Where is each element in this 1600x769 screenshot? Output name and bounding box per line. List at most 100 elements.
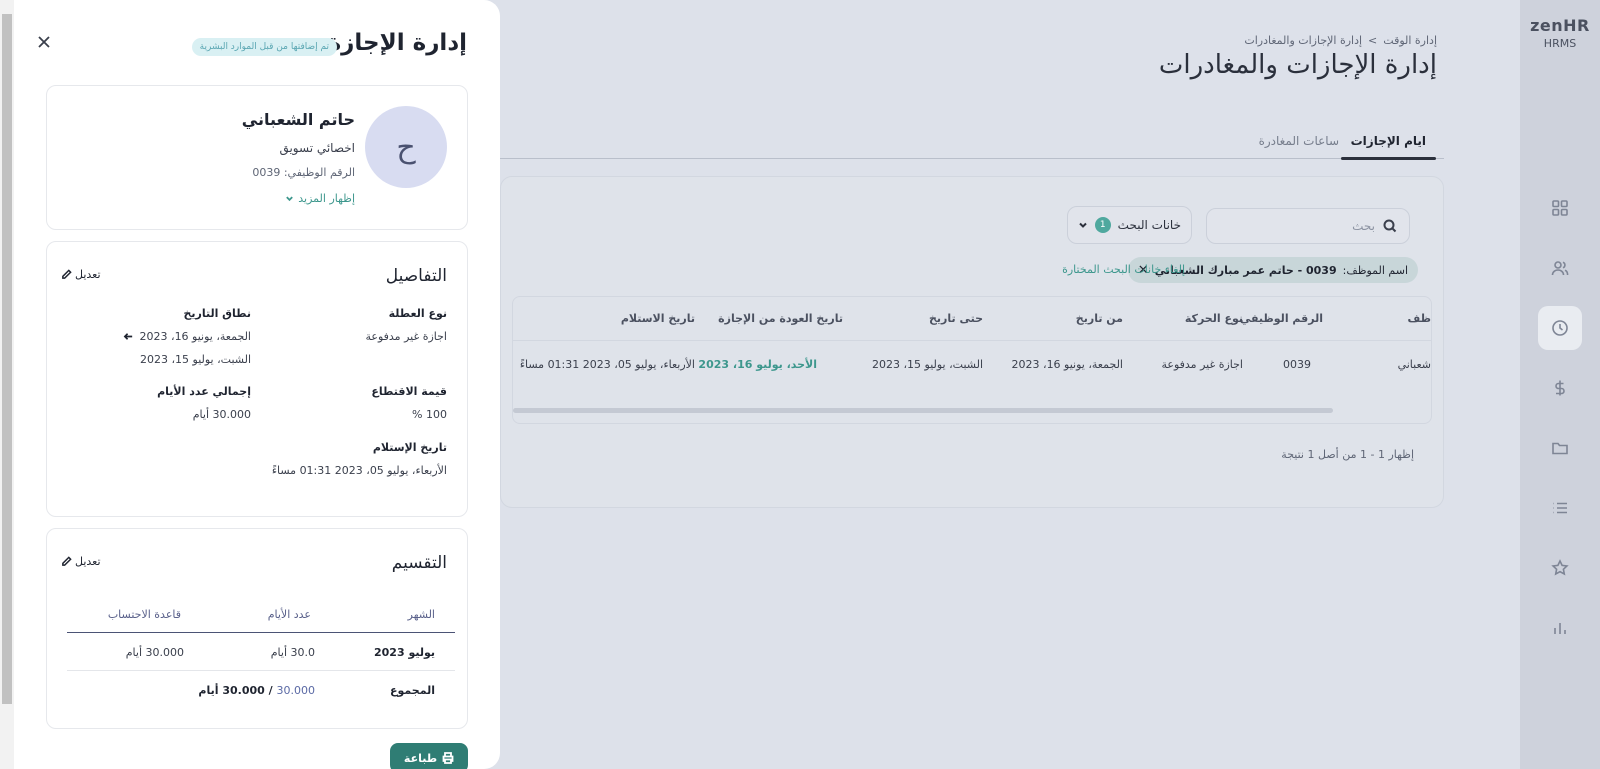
leave-panel: إدارة الإجازة تم إضافتها من قبل الموارد …: [0, 0, 500, 769]
edit-label: تعديل: [75, 268, 101, 281]
split-edit-button[interactable]: تعديل: [61, 555, 101, 568]
employee-role: اخصائي تسويق: [279, 141, 355, 155]
breadcrumb-separator: >: [1368, 34, 1378, 47]
search-box[interactable]: [1206, 208, 1410, 244]
chevron-down-icon: [1078, 222, 1087, 228]
date-range-from-text: الجمعة، يونيو 16، 2023: [139, 330, 251, 343]
cell-return-date[interactable]: الأحد، يوليو 16، 2023: [698, 358, 817, 371]
search-input[interactable]: [1225, 219, 1375, 233]
split-cell-days: 30.0 أيام: [270, 646, 315, 659]
close-icon: [38, 36, 50, 48]
col-from-date: من تاريخ: [1075, 312, 1123, 325]
cell-to-date: الشبت، يوليو 15، 2023: [871, 358, 983, 371]
brand-sub: HRMS: [1543, 37, 1577, 50]
table-row: يوليو 2023 30.0 أيام 30.000 أيام: [67, 633, 455, 671]
leaves-table: ظف الرقم الوظيفي نوع الحركة من تاريخ حتى…: [512, 296, 1432, 424]
tab-leave-hours[interactable]: ساعات المغادرة: [1259, 134, 1339, 148]
col-to-date: حتى تاريخ: [928, 312, 983, 325]
leave-type-label: نوع العطلة: [388, 307, 447, 320]
breadcrumb-item-time[interactable]: إدارة الوقت: [1383, 34, 1437, 47]
page-scrollbar[interactable]: [0, 0, 14, 769]
clear-filters-link[interactable]: إلغاء خانات البحث المختارة: [1062, 263, 1185, 276]
deduction-value: 100 %: [412, 408, 447, 421]
date-range-to: الشبت، يوليو 15، 2023: [139, 353, 251, 366]
chevron-down-icon: [286, 196, 294, 202]
cell-received-date: الأربعاء، يوليو 05، 2023 01:31 مساءً: [519, 358, 695, 371]
close-panel-button[interactable]: [36, 34, 52, 50]
breadcrumb-item-leaves: إدارة الإجازات والمغادرات: [1244, 34, 1363, 47]
col-type: نوع الحركة: [1184, 312, 1243, 325]
list-icon[interactable]: [1538, 486, 1582, 530]
split-total-accent: 30.000: [276, 684, 316, 697]
dashboard-icon[interactable]: [1538, 186, 1582, 230]
split-card: التقسيم تعديل الشهر عدد الأيام قاعدة الا…: [46, 528, 468, 729]
employee-card: ح حاتم الشعباني اخصائي تسويق الرقم الوظي…: [46, 85, 468, 230]
col-employee-id: الرقم الوظيفي: [1239, 312, 1323, 325]
dollar-icon[interactable]: [1538, 366, 1582, 410]
search-icon: [1383, 219, 1397, 233]
date-range-from: الجمعة، يونيو 16، 2023: [123, 330, 251, 343]
search-fields-label: خانات البحث: [1117, 218, 1181, 232]
split-title: التقسيم: [391, 553, 447, 573]
details-title: التفاصيل: [385, 266, 447, 286]
avatar: ح: [365, 106, 447, 188]
split-total-value: 30.000 / 30.000 أيام: [198, 684, 315, 697]
received-date-label: تاريخ الإستلام: [372, 441, 447, 454]
print-label: طباعة: [403, 751, 438, 765]
details-edit-button[interactable]: تعديل: [61, 268, 101, 281]
filter-count-badge: 1: [1094, 217, 1111, 233]
folder-icon[interactable]: [1538, 426, 1582, 470]
star-icon[interactable]: [1538, 546, 1582, 590]
bar-chart-icon[interactable]: [1538, 606, 1582, 650]
received-date-value: الأربعاء، يوليو 05، 2023 01:31 مساءً: [271, 464, 447, 477]
side-rail: zenHR HRMS: [1520, 0, 1600, 769]
brand-name: zenHR: [1530, 16, 1590, 35]
total-days-label: إجمالي عدد الأيام: [157, 385, 251, 398]
table-horizontal-scrollbar[interactable]: [513, 408, 1333, 413]
tab-leave-days[interactable]: ايام الإجازات: [1340, 134, 1437, 160]
breadcrumb: إدارة الوقت > إدارة الإجازات والمغادرات: [1244, 34, 1437, 47]
panel-title: إدارة الإجازة: [327, 30, 467, 56]
users-icon[interactable]: [1538, 246, 1582, 290]
hr-added-badge: تم إضافتها من قبل الموارد البشرية: [191, 38, 337, 56]
split-total-row: المجموع 30.000 / 30.000 أيام: [67, 671, 455, 709]
edit-label: تعديل: [75, 555, 101, 568]
total-days-value: 30.000 أيام: [192, 408, 251, 421]
split-cell-month: يوليو 2023: [374, 646, 435, 659]
col-received-date: تاريخ الاستلام: [620, 312, 695, 325]
split-col-month: الشهر: [407, 608, 435, 621]
split-total-rest: / 30.000 أيام: [198, 684, 277, 697]
table-header-row: ظف الرقم الوظيفي نوع الحركة من تاريخ حتى…: [513, 297, 1431, 341]
split-col-days: عدد الأيام: [267, 608, 311, 621]
search-fields-button[interactable]: خانات البحث 1: [1066, 206, 1192, 244]
show-more-link[interactable]: إظهار المزيد: [285, 192, 355, 205]
brand-logo[interactable]: zenHR HRMS: [1520, 16, 1600, 50]
clock-icon[interactable]: [1538, 306, 1582, 350]
show-more-label: إظهار المزيد: [298, 192, 355, 205]
pencil-icon: [62, 556, 72, 566]
printer-icon: [442, 752, 454, 764]
split-total-label: المجموع: [390, 684, 435, 697]
pencil-icon: [62, 269, 72, 279]
results-count: إظهار 1 - 1 من أصل 1 نتيجة: [1281, 448, 1414, 461]
deduction-label: قيمة الاقتطاع: [371, 385, 447, 398]
details-card: التفاصيل تعديل نوع العطلة اجازة غير مدفو…: [46, 241, 468, 517]
split-col-basis: قاعدة الاحتساب: [107, 608, 181, 621]
arrow-left-icon: [123, 333, 132, 340]
filter-chip-label: اسم الموظف:: [1342, 263, 1408, 277]
cell-type: اجازة غير مدفوعة: [1161, 358, 1244, 371]
split-table-header: الشهر عدد الأيام قاعدة الاحتساب: [67, 600, 455, 633]
col-employee: ظف: [1407, 312, 1431, 325]
print-button[interactable]: طباعة: [390, 743, 468, 769]
cell-employee-id: 0039: [1283, 358, 1311, 371]
cell-employee: شعباني: [1397, 358, 1431, 371]
date-range-label: نطاق التاريخ: [183, 307, 251, 320]
cell-from-date: الجمعة، يونيو 16، 2023: [1011, 358, 1123, 371]
scrollbar-thumb[interactable]: [2, 14, 12, 704]
leave-type-value: اجازة غير مدفوعة: [365, 330, 448, 343]
employee-name: حاتم الشعباني: [241, 110, 355, 129]
page-title: إدارة الإجازات والمغادرات: [1158, 50, 1437, 80]
split-cell-basis: 30.000 أيام: [125, 646, 184, 659]
employee-id: الرقم الوظيفي: 0039: [252, 166, 355, 179]
col-return-date: تاريخ العودة من الإجازة: [718, 312, 843, 325]
